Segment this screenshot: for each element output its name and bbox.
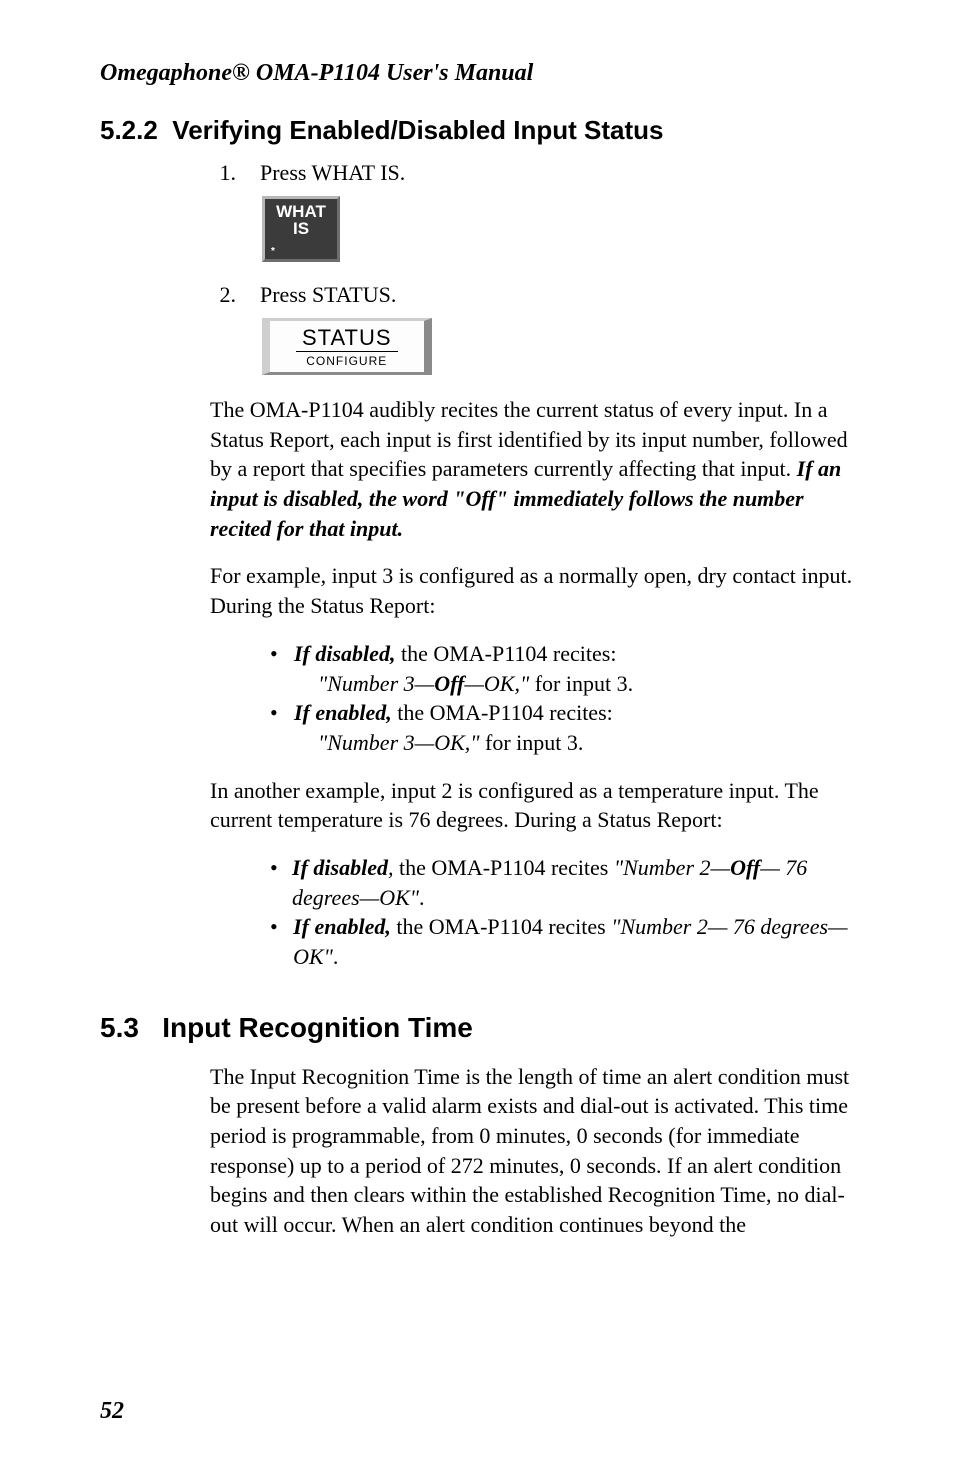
status-key-bottom-label: CONFIGURE <box>296 352 398 368</box>
bullet-list-2: • If disabled, the OMA-P1104 recites "Nu… <box>270 853 854 972</box>
what-is-key-icon: WHAT IS * <box>262 196 340 262</box>
bullet-3-quote-pre: "Number 2— <box>614 855 730 880</box>
bullet-2: • If enabled, the OMA-P1104 recites: "Nu… <box>270 698 854 757</box>
bullet-3: • If disabled, the OMA-P1104 recites "Nu… <box>270 853 854 912</box>
para-example-1: For example, input 3 is configured as a … <box>210 561 854 620</box>
page-number: 52 <box>100 1398 124 1425</box>
bullet-3-comma: , <box>388 855 399 880</box>
bullet-2-label: If enabled, <box>294 700 392 725</box>
step-2-number: 2. <box>210 282 236 308</box>
bullet-3-label: If disabled <box>292 855 388 880</box>
bullet-3-quote-off: Off <box>730 855 760 880</box>
bullet-1-tail: for input 3. <box>529 671 633 696</box>
section-5-2-2-heading: 5.2.2 Verifying Enabled/Disabled Input S… <box>100 115 854 146</box>
bullet-1: • If disabled, the OMA-P1104 recites: "N… <box>270 639 854 698</box>
running-header: Omegaphone® OMA-P1104 User's Manual <box>100 60 854 87</box>
para-status-report-text: The OMA-P1104 audibly recites the curren… <box>210 397 848 481</box>
bullet-dot-icon: • <box>270 853 282 912</box>
what-is-key-figure: WHAT IS * <box>262 196 854 262</box>
section-5-3-title: Input Recognition Time <box>162 1012 473 1043</box>
bullet-4-text: the OMA-P1104 recites <box>391 914 611 939</box>
what-is-key-line1: WHAT <box>265 203 337 220</box>
bullet-1-label: If disabled, <box>294 641 395 666</box>
status-key-top-label: STATUS <box>296 325 398 352</box>
step-2-text: Press STATUS. <box>260 282 396 308</box>
bullet-1-quote-pre: "Number 3— <box>318 671 434 696</box>
bullet-dot-icon: • <box>270 639 284 698</box>
step-1-text: Press WHAT IS. <box>260 160 405 186</box>
bullet-4: • If enabled, the OMA-P1104 recites "Num… <box>270 912 854 971</box>
section-5-3-number: 5.3 <box>100 1012 139 1043</box>
bullet-2-quote: "Number 3—OK," <box>318 730 480 755</box>
bullet-1-quote-post: —OK," <box>464 671 529 696</box>
bullet-dot-icon: • <box>270 698 284 757</box>
bullet-2-text: the OMA-P1104 recites: <box>392 700 613 725</box>
bullet-4-period: . <box>333 944 339 969</box>
bullet-1-text: the OMA-P1104 recites: <box>395 641 616 666</box>
para-example-2: In another example, input 2 is configure… <box>210 776 854 835</box>
para-input-recognition-time: The Input Recognition Time is the length… <box>210 1062 854 1240</box>
step-2: 2. Press STATUS. <box>210 282 854 308</box>
bullet-1-quote-off: Off <box>434 671 464 696</box>
bullet-dot-icon: • <box>270 912 283 971</box>
section-5-3-heading: 5.3 Input Recognition Time <box>100 1012 854 1044</box>
section-5-2-2-number: 5.2.2 <box>100 115 158 145</box>
bullet-3-text: the OMA-P1104 recites <box>399 855 614 880</box>
para-status-report: The OMA-P1104 audibly recites the curren… <box>210 395 854 543</box>
status-key-figure: STATUS CONFIGURE <box>262 318 854 375</box>
step-1: 1. Press WHAT IS. <box>210 160 854 186</box>
bullet-4-label: If enabled, <box>293 914 391 939</box>
what-is-key-line2: IS <box>265 220 337 237</box>
section-5-2-2-title: Verifying Enabled/Disabled Input Status <box>172 115 663 145</box>
what-is-key-star: * <box>271 247 275 257</box>
step-1-number: 1. <box>210 160 236 186</box>
bullet-2-tail: for input 3. <box>480 730 584 755</box>
status-key-icon: STATUS CONFIGURE <box>262 318 432 375</box>
bullet-3-period: . <box>419 885 425 910</box>
bullet-list-1: • If disabled, the OMA-P1104 recites: "N… <box>270 639 854 758</box>
